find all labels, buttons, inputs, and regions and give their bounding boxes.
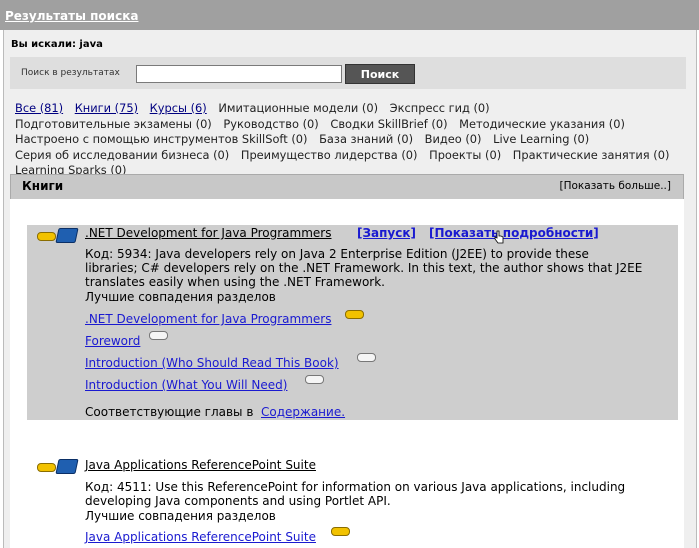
category-express-guide: Экспресс гид (0) — [389, 101, 490, 115]
rating-pill-icon — [357, 353, 376, 362]
category-simulations: Имитационные модели (0) — [218, 101, 379, 115]
show-details-link[interactable]: [Показать подробности] — [429, 226, 599, 240]
section-link[interactable]: Introduction (Who Should Read This Book) — [85, 356, 339, 370]
searched-query: Вы искали: java — [11, 39, 103, 50]
section-link[interactable]: Foreword — [85, 334, 140, 348]
page-title-link[interactable]: Результаты поиска — [5, 9, 138, 23]
category-methodical: Методические указания (0) — [459, 116, 625, 131]
search-input[interactable] — [136, 65, 342, 83]
rating-pill-icon — [345, 310, 364, 319]
contents-link[interactable]: Содержание. — [261, 405, 345, 419]
category-video: Видео (0) — [424, 132, 482, 146]
rating-pill-icon — [149, 331, 168, 340]
category-live-learning: Live Learning (0) — [493, 132, 590, 146]
rating-pill-icon — [305, 375, 324, 384]
section-link[interactable]: Introduction (What You Will Need) — [85, 378, 287, 392]
launch-link[interactable]: [Запуск] — [357, 226, 416, 240]
category-guides: Руководство (0) — [223, 116, 319, 131]
category-prep-exams: Подготовительные экзамены (0) — [15, 116, 212, 131]
category-leadership: Преимущество лидерства (0) — [240, 147, 418, 162]
book-icon — [55, 459, 79, 474]
result-description: Код: 4511: Use this ReferencePoint for i… — [85, 480, 626, 508]
books-section-header: Книги [Показать больше..] — [10, 174, 684, 200]
category-all[interactable]: Все (81) — [15, 101, 63, 115]
rating-pill-icon — [331, 527, 350, 536]
search-field-label: Поиск в результатах — [21, 68, 120, 78]
category-projects: Проекты (0) — [429, 147, 502, 162]
chapters-text: Соответствующие главы в — [85, 405, 254, 419]
category-skillsoft-tools: Настроено с помощью инструментов SkillSo… — [15, 132, 308, 146]
result-description: Код: 5934: Java developers rely on Java … — [85, 247, 643, 289]
category-practical: Практические занятия (0) — [512, 147, 670, 162]
rating-pill-icon — [37, 463, 56, 472]
best-matches-label: Лучшие совпадения разделов — [85, 509, 276, 523]
category-business-research: Серия об исследовании бизнеса (0) — [15, 147, 230, 162]
rating-pill-icon — [37, 232, 56, 241]
book-icon — [55, 228, 79, 243]
show-more-link[interactable]: [Показать больше..] — [560, 180, 672, 192]
section-link[interactable]: Java Applications ReferencePoint Suite — [85, 530, 316, 544]
search-in-results-bar: Поиск в результатах Поиск — [10, 57, 686, 89]
category-courses[interactable]: Курсы (6) — [150, 101, 207, 115]
search-button[interactable]: Поиск — [345, 64, 415, 84]
section-title: Книги — [22, 179, 64, 193]
results-title-bar: Результаты поиска — [0, 0, 699, 30]
category-books[interactable]: Книги (75) — [75, 101, 138, 115]
hand-cursor-icon — [494, 230, 504, 244]
result-title-link[interactable]: .NET Development for Java Programmers — [85, 226, 331, 240]
category-skillbrief: Сводки SkillBrief (0) — [330, 116, 448, 131]
result-title-link[interactable]: Java Applications ReferencePoint Suite — [85, 458, 316, 472]
category-filters: Все (81) Книги (75) Курсы (6) Имитационн… — [15, 101, 687, 179]
best-matches-label: Лучшие совпадения разделов — [85, 290, 276, 304]
section-link[interactable]: .NET Development for Java Programmers — [85, 312, 331, 326]
category-knowledge-base: База знаний (0) — [319, 132, 414, 146]
